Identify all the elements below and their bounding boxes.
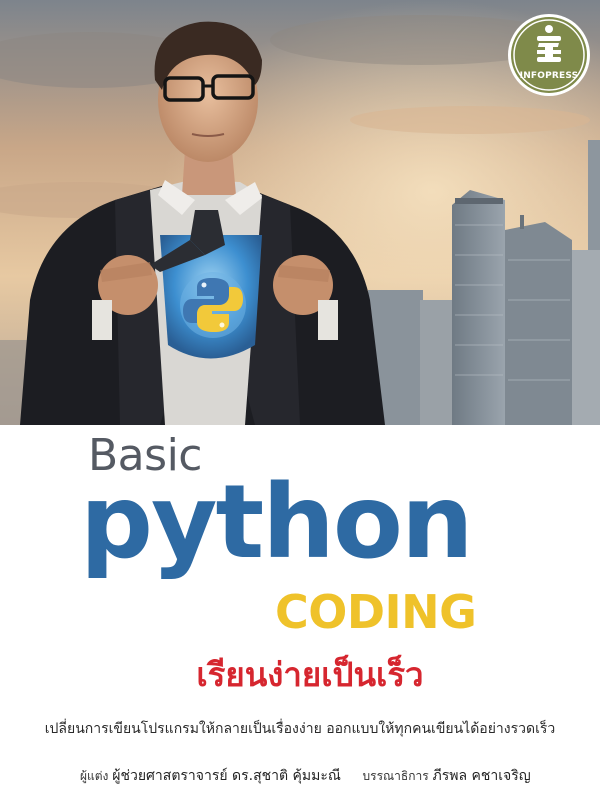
book-cover: INFOPRESS Basic python CODING เรียนง่ายเ… [0,0,600,809]
title-python: python [80,463,474,582]
publisher-logo: INFOPRESS [507,13,591,97]
editor-name: ภีรพล คชาเจริญ [432,768,531,784]
infopress-logo-icon [508,14,590,96]
editor-label: บรรณาธิการ [362,769,429,783]
author-label: ผู้แต่ง [80,769,109,783]
publisher-name: INFOPRESS [519,71,579,81]
title-coding: CODING [275,585,477,639]
credits: ผู้แต่ง ผู้ช่วยศาสตราจารย์ ดร.สุชาติ คุ้… [80,765,580,787]
python-logo-icon [180,272,246,338]
author-name: ผู้ช่วยศาสตราจารย์ ดร.สุชาติ คุ้มมะณี [112,768,341,784]
description: เปลี่ยนการเขียนโปรแกรมให้กลายเป็นเรื่องง… [44,721,556,737]
subtitle-thai: เรียนง่ายเป็นเร็ว [196,655,424,694]
